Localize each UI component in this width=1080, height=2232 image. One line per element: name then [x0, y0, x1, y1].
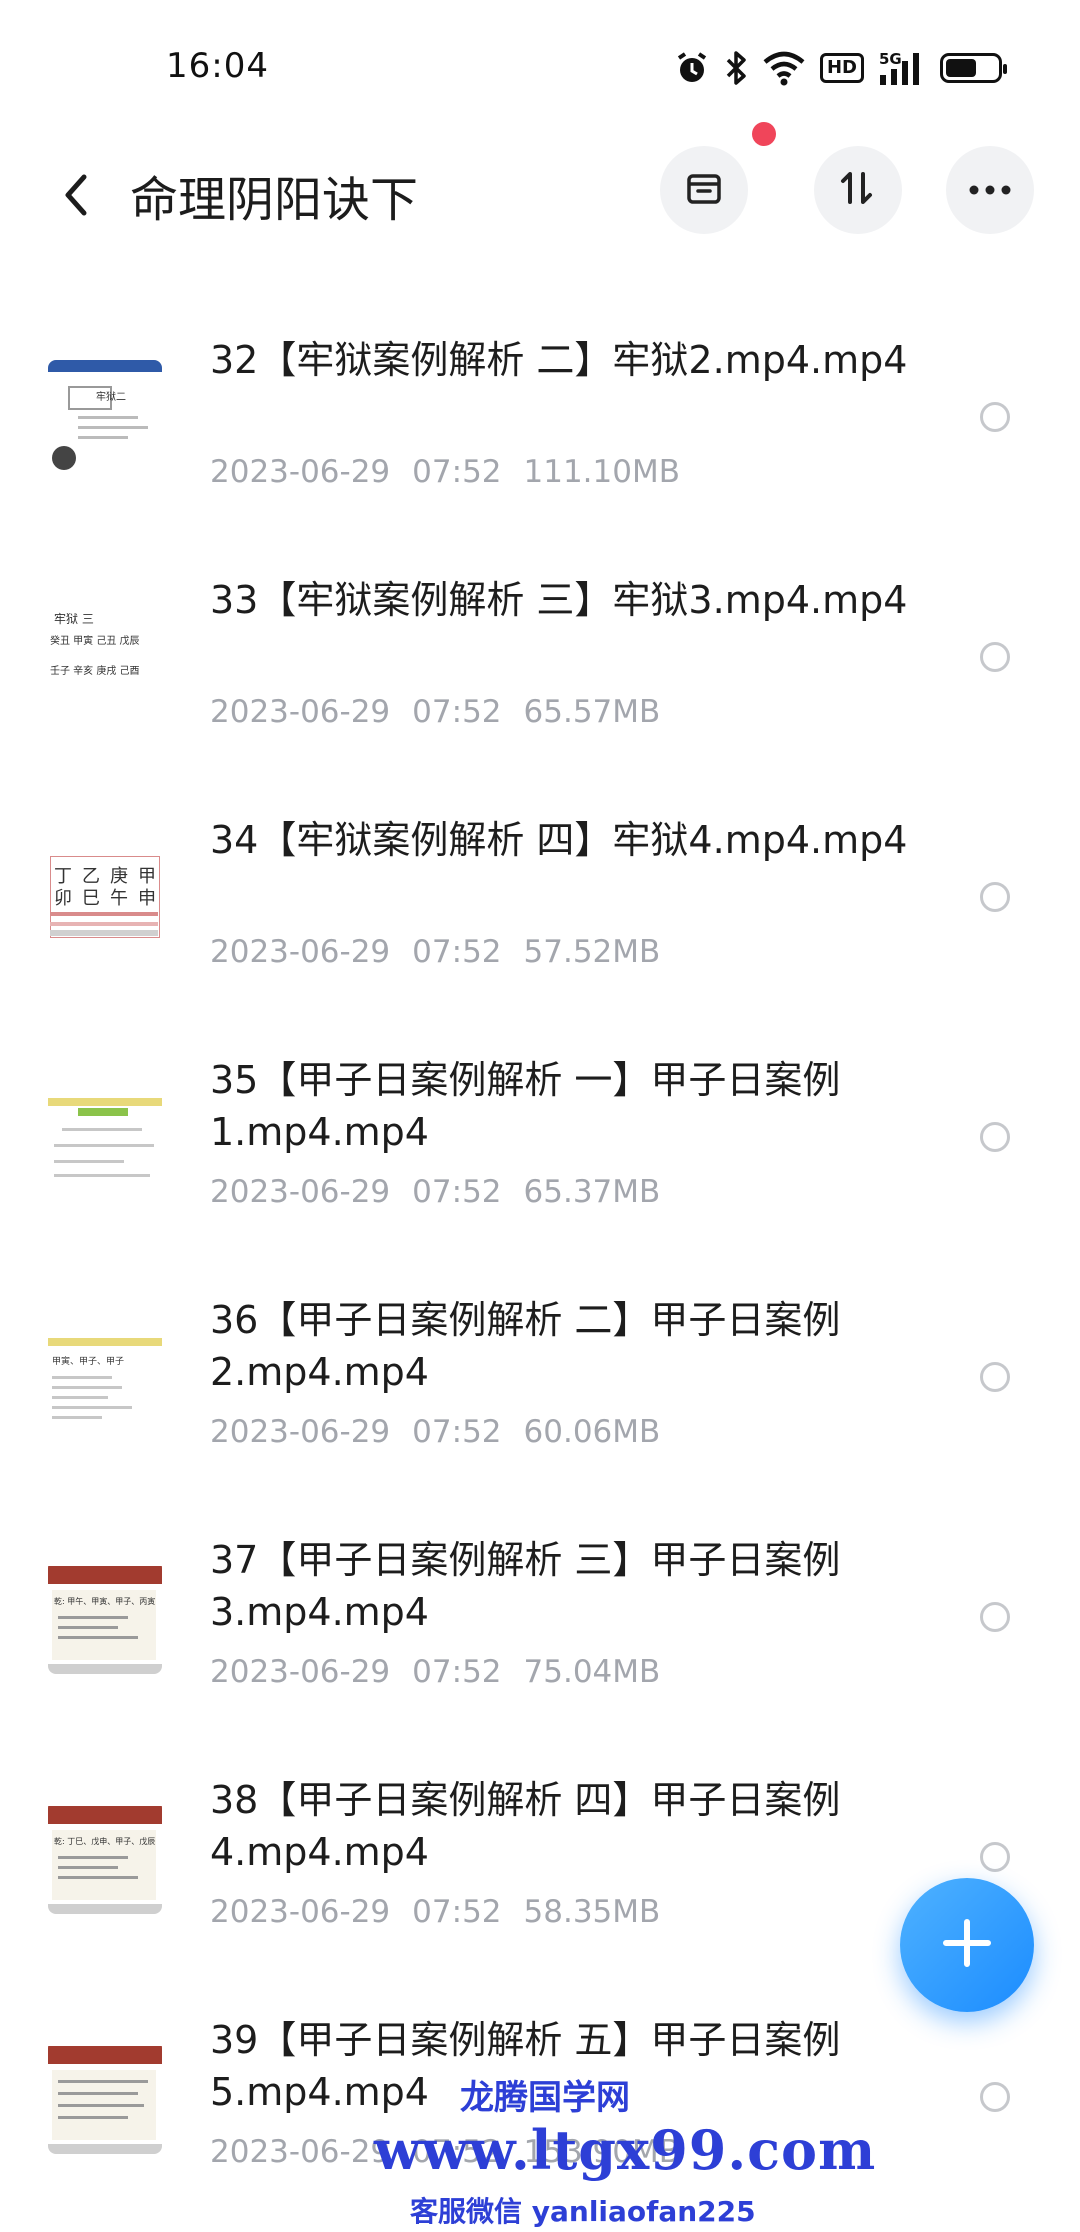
sort-icon [836, 166, 880, 214]
video-thumbnail: 牢狱二 [48, 360, 162, 474]
file-date: 2023-06-29 [210, 1174, 391, 1210]
thumb-text: 牢狱二 [96, 392, 126, 403]
select-checkbox[interactable] [980, 882, 1010, 912]
thumb-text: 牢狱 三 [54, 612, 94, 626]
thumb-text: 甲寅、甲子、甲子 [52, 1357, 125, 1367]
file-row[interactable]: 丁 乙 庚 甲 卯 巳 午 申 34【牢狱案例解析 四】牢狱4.mp4.mp4 … [0, 780, 1080, 1020]
status-icons: HD 5G [674, 48, 1007, 88]
thumb-text: 癸丑 甲寅 己丑 戊辰 [50, 636, 140, 647]
status-time: 16:04 [166, 46, 269, 86]
file-name: 37【甲子日案例解析 三】甲子日案例3.mp4.mp4 [210, 1538, 841, 1634]
video-thumbnail [48, 2040, 162, 2154]
thumb-text: 巳 [82, 888, 100, 909]
select-checkbox[interactable] [980, 1362, 1010, 1392]
thumb-text: 申 [138, 888, 156, 909]
select-checkbox[interactable] [980, 642, 1010, 672]
file-name: 33【牢狱案例解析 三】牢狱3.mp4.mp4 [210, 578, 908, 622]
file-time: 07:52 [412, 454, 502, 490]
file-date: 2023-06-29 [210, 694, 391, 730]
thumb-text: 乾: 甲午、甲寅、甲子、丙寅 [54, 1597, 156, 1606]
video-thumbnail: 丁 乙 庚 甲 卯 巳 午 申 [48, 840, 162, 954]
archive-icon [684, 168, 724, 212]
file-date: 2023-06-29 [210, 1414, 391, 1450]
more-button[interactable] [946, 146, 1034, 234]
sort-button[interactable] [814, 146, 902, 234]
video-thumbnail: 乾: 甲午、甲寅、甲子、丙寅 [48, 1560, 162, 1674]
thumb-text: 午 [110, 888, 128, 909]
file-time: 07:52 [412, 934, 502, 970]
video-thumbnail [48, 1080, 162, 1194]
file-meta: 2023-06-29 07:52 65.37MB [210, 1174, 660, 1210]
file-row[interactable]: 牢狱 三 癸丑 甲寅 己丑 戊辰 壬子 辛亥 庚戌 己酉 33【牢狱案例解析 三… [0, 540, 1080, 780]
file-meta: 2023-06-29 07:52 65.57MB [210, 694, 660, 730]
file-row[interactable]: 甲寅、甲子、甲子 36【甲子日案例解析 二】甲子日案例2.mp4.mp4 202… [0, 1260, 1080, 1500]
alarm-icon [674, 50, 710, 86]
page-title: 命理阴阳诀下 [130, 172, 419, 228]
status-bar: 16:04 HD 5G [0, 0, 1080, 140]
file-size: 75.04MB [523, 1654, 661, 1690]
thumb-text: 卯 [54, 888, 72, 909]
more-icon [968, 181, 1012, 200]
add-button[interactable] [900, 1878, 1034, 2012]
watermark-contact: 客服微信 yanliaofan225 [410, 2195, 756, 2228]
file-size: 57.52MB [523, 934, 661, 970]
file-meta: 2023-06-29 07:52 111.10MB [210, 454, 680, 490]
chevron-left-icon [60, 171, 92, 223]
file-name: 32【牢狱案例解析 二】牢狱2.mp4.mp4 [210, 338, 908, 382]
file-size: 111.10MB [523, 454, 680, 490]
file-size: 65.37MB [523, 1174, 661, 1210]
file-row[interactable]: 35【甲子日案例解析 一】甲子日案例1.mp4.mp4 2023-06-29 07… [0, 1020, 1080, 1260]
file-size: 58.35MB [523, 1894, 661, 1930]
select-checkbox[interactable] [980, 402, 1010, 432]
file-meta: 2023-06-29 07:52 58.35MB [210, 1894, 660, 1930]
file-name: 34【牢狱案例解析 四】牢狱4.mp4.mp4 [210, 818, 908, 862]
plus-icon [940, 1916, 994, 1974]
top-app-bar: 命理阴阳诀下 [0, 122, 1080, 260]
file-row[interactable]: 牢狱二 32【牢狱案例解析 二】牢狱2.mp4.mp4 2023-06-29 07… [0, 300, 1080, 540]
hd-icon: HD [819, 53, 864, 83]
video-thumbnail: 乾: 丁巳、戊申、甲子、戊辰 [48, 1800, 162, 1914]
bluetooth-icon [724, 50, 748, 86]
file-size: 65.57MB [523, 694, 661, 730]
back-button[interactable] [48, 162, 104, 232]
file-meta: 2023-06-29 07:52 75.04MB [210, 1654, 660, 1690]
file-time: 07:52 [412, 1894, 502, 1930]
video-thumbnail: 甲寅、甲子、甲子 [48, 1320, 162, 1434]
select-checkbox[interactable] [980, 1602, 1010, 1632]
thumb-text: 壬子 辛亥 庚戌 己酉 [50, 666, 140, 677]
file-date: 2023-06-29 [210, 2134, 391, 2170]
file-time: 07:52 [412, 1654, 502, 1690]
file-time: 07:52 [412, 1174, 502, 1210]
wifi-icon [762, 50, 806, 86]
select-checkbox[interactable] [980, 1122, 1010, 1152]
battery-icon [940, 53, 1007, 83]
file-name: 35【甲子日案例解析 一】甲子日案例1.mp4.mp4 [210, 1058, 841, 1154]
select-checkbox[interactable] [980, 1842, 1010, 1872]
signal-5g-icon: 5G [878, 49, 926, 87]
file-meta: 2023-06-29 07:52 57.52MB [210, 934, 660, 970]
video-thumbnail: 牢狱 三 癸丑 甲寅 己丑 戊辰 壬子 辛亥 庚戌 己酉 [48, 600, 162, 714]
file-date: 2023-06-29 [210, 454, 391, 490]
watermark-url: www.ltgx99.com [374, 2118, 877, 2182]
file-name: 38【甲子日案例解析 四】甲子日案例4.mp4.mp4 [210, 1778, 841, 1874]
file-date: 2023-06-29 [210, 934, 391, 970]
file-meta: 2023-06-29 07:52 60.06MB [210, 1414, 660, 1450]
watermark-title: 龙腾国学网 [460, 2078, 630, 2118]
thumb-text: 乾: 丁巳、戊申、甲子、戊辰 [54, 1837, 156, 1846]
svg-text:5G: 5G [879, 50, 902, 68]
file-time: 07:52 [412, 1414, 502, 1450]
file-date: 2023-06-29 [210, 1654, 391, 1690]
file-row[interactable]: 乾: 甲午、甲寅、甲子、丙寅 37【甲子日案例解析 三】甲子日案例3.mp4.m… [0, 1500, 1080, 1740]
file-size: 60.06MB [523, 1414, 661, 1450]
select-checkbox[interactable] [980, 2082, 1010, 2112]
archive-button[interactable] [660, 146, 748, 234]
file-date: 2023-06-29 [210, 1894, 391, 1930]
notification-dot [752, 122, 776, 146]
file-name: 36【甲子日案例解析 二】甲子日案例2.mp4.mp4 [210, 1298, 841, 1394]
file-time: 07:52 [412, 694, 502, 730]
